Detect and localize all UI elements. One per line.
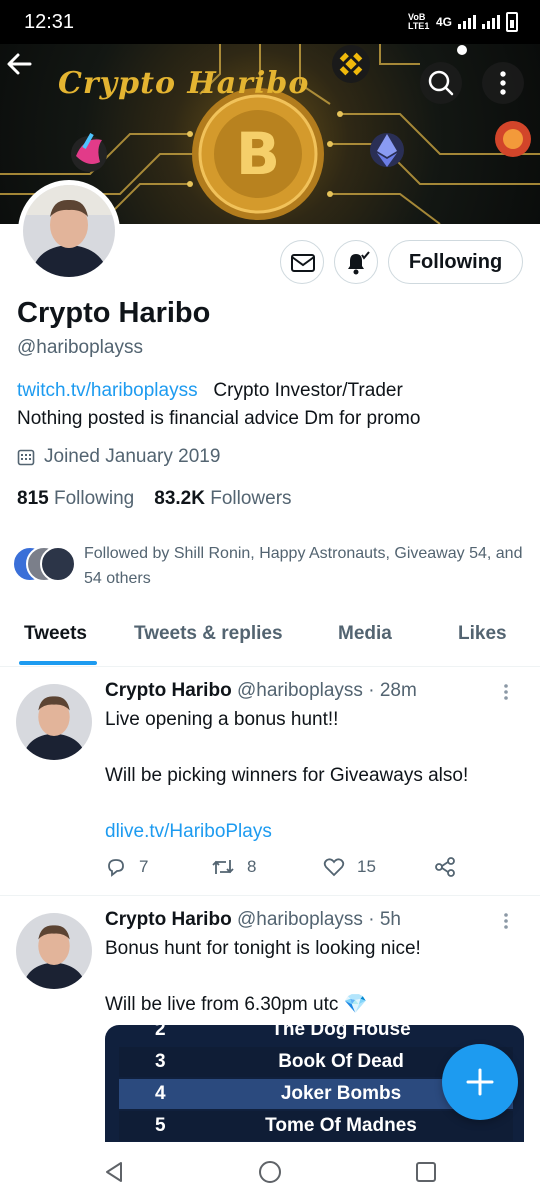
- row-number: 3: [155, 1051, 166, 1072]
- like-count: 15: [357, 857, 376, 876]
- network-type: 4G: [435, 15, 452, 29]
- avatar-image: [23, 185, 115, 277]
- nav-home-icon[interactable]: [257, 1159, 283, 1185]
- search-icon: [428, 70, 454, 96]
- following-button[interactable]: Following: [388, 240, 523, 284]
- tweet-body: Crypto Haribo @hariboplayss · 28m Live o…: [105, 680, 525, 846]
- share-icon: [435, 857, 455, 877]
- battery-icon: [506, 12, 518, 32]
- tweet-text: Live opening a bonus hunt!! Will be pick…: [105, 706, 525, 846]
- followers-stat[interactable]: 83.2K Followers: [154, 488, 291, 510]
- media-row: 2 The Dog House: [119, 1025, 513, 1045]
- followers-count: 83.2K: [154, 488, 205, 509]
- notifications-button[interactable]: [334, 240, 378, 284]
- profile-tabs: Tweets Tweets & replies Media Likes: [0, 605, 540, 667]
- message-button[interactable]: [280, 240, 324, 284]
- tweet-text: Bonus hunt for tonight is looking nice! …: [105, 935, 525, 1019]
- like-icon: [323, 858, 345, 877]
- tab-likes[interactable]: Likes: [458, 623, 507, 645]
- signal-icon: [458, 15, 476, 29]
- bio-link[interactable]: twitch.tv/hariboplayss: [17, 380, 198, 401]
- volte-indicator: VoB LTE1: [407, 12, 430, 31]
- search-button[interactable]: [420, 62, 462, 104]
- more-vertical-icon: [500, 71, 506, 95]
- compose-button[interactable]: [442, 1044, 518, 1120]
- followed-by-text: Followed by Shill Ronin, Happy Astronaut…: [84, 545, 523, 587]
- compose-plus-icon: [466, 1068, 494, 1096]
- banner-title: Crypto Haribo: [58, 66, 310, 101]
- bio-text-2: Nothing posted is financial advice Dm fo…: [17, 408, 421, 429]
- tweet-header: Crypto Haribo @hariboplayss · 28m: [105, 680, 525, 702]
- row-game: The Dog House: [271, 1025, 411, 1040]
- tweet-line: Will be picking winners for Giveaways al…: [105, 765, 469, 786]
- signal-icon-2: [482, 15, 500, 29]
- row-number: 4: [155, 1083, 166, 1104]
- tweet-header: Crypto Haribo @hariboplayss · 5h: [105, 909, 525, 931]
- tweet-avatar[interactable]: [16, 913, 92, 989]
- mail-icon: [291, 254, 315, 272]
- followed-by[interactable]: Followed by Shill Ronin, Happy Astronaut…: [12, 541, 532, 593]
- gem-emoji: 💎: [343, 994, 368, 1015]
- bio-text: Crypto Investor/Trader: [213, 380, 403, 401]
- tab-media[interactable]: Media: [338, 623, 392, 645]
- tweet-author[interactable]: Crypto Haribo: [105, 680, 232, 701]
- tweet-author[interactable]: Crypto Haribo: [105, 909, 232, 930]
- tweet-body: Crypto Haribo @hariboplayss · 5h Bonus h…: [105, 909, 525, 1019]
- tweet-actions: 7 8 15: [105, 856, 465, 878]
- like-action[interactable]: 15: [323, 856, 433, 878]
- tab-tweets[interactable]: Tweets: [24, 623, 87, 645]
- profile-avatar[interactable]: [18, 180, 120, 282]
- tweet-handle: @hariboplayss: [236, 680, 363, 701]
- retweet-action[interactable]: 8: [211, 856, 323, 878]
- more-button[interactable]: [482, 62, 524, 104]
- tweet[interactable]: Crypto Haribo @hariboplayss · 28m Live o…: [0, 668, 540, 896]
- tweet-avatar[interactable]: [16, 684, 92, 760]
- status-time: 12:31: [24, 11, 75, 33]
- tweet-line: Live opening a bonus hunt!!: [105, 709, 339, 730]
- profile-handle: @hariboplayss: [17, 337, 143, 358]
- joined-date: Joined January 2019: [17, 446, 220, 468]
- tweet-line-text: Will be live from 6.30pm utc: [105, 994, 339, 1015]
- tab-tweets-replies[interactable]: Tweets & replies: [134, 623, 283, 645]
- svg-text:B: B: [236, 120, 280, 188]
- status-icons: VoB LTE1 4G: [408, 12, 518, 32]
- follower-avatar: [40, 546, 76, 582]
- tweet-handle: @hariboplayss: [236, 909, 363, 930]
- tab-indicator: [19, 661, 97, 665]
- profile-stats: 815 Following 83.2K Followers: [17, 488, 292, 510]
- row-number: 5: [155, 1115, 166, 1136]
- bell-icon: [348, 251, 370, 275]
- reply-count: 7: [139, 857, 149, 876]
- reply-icon: [108, 859, 124, 877]
- tweet-line: Bonus hunt for tonight is looking nice!: [105, 938, 421, 959]
- status-bar: 12:31 VoB LTE1 4G: [0, 0, 540, 44]
- followers-label: Followers: [210, 488, 292, 509]
- profile-name: Crypto Haribo: [17, 297, 211, 329]
- reply-action[interactable]: 7: [105, 856, 211, 878]
- tweet-line: Will be live from 6.30pm utc 💎: [105, 991, 525, 1019]
- follower-avatars: [12, 546, 78, 586]
- nav-recents-icon[interactable]: [414, 1160, 438, 1184]
- following-label: Following: [53, 488, 135, 509]
- row-number: 2: [155, 1025, 166, 1040]
- following-count: 815: [17, 488, 49, 509]
- avatar-image: [16, 684, 92, 760]
- tweet-time: · 5h: [368, 909, 401, 930]
- tweet-time: · 28m: [368, 680, 417, 701]
- calendar-icon: [17, 449, 35, 466]
- nav-back-icon[interactable]: [102, 1160, 126, 1184]
- avatar-image: [16, 913, 92, 989]
- back-arrow-icon[interactable]: [0, 44, 40, 84]
- system-nav-bar: [0, 1142, 540, 1200]
- joined-text: Joined January 2019: [44, 446, 221, 467]
- share-action[interactable]: [433, 856, 457, 878]
- following-stat[interactable]: 815 Following: [17, 488, 134, 510]
- retweet-count: 8: [247, 857, 257, 876]
- retweet-icon: [212, 860, 234, 874]
- profile-bio: twitch.tv/hariboplayss Crypto Investor/T…: [17, 377, 527, 433]
- tweet-link[interactable]: dlive.tv/HariboPlays: [105, 818, 525, 846]
